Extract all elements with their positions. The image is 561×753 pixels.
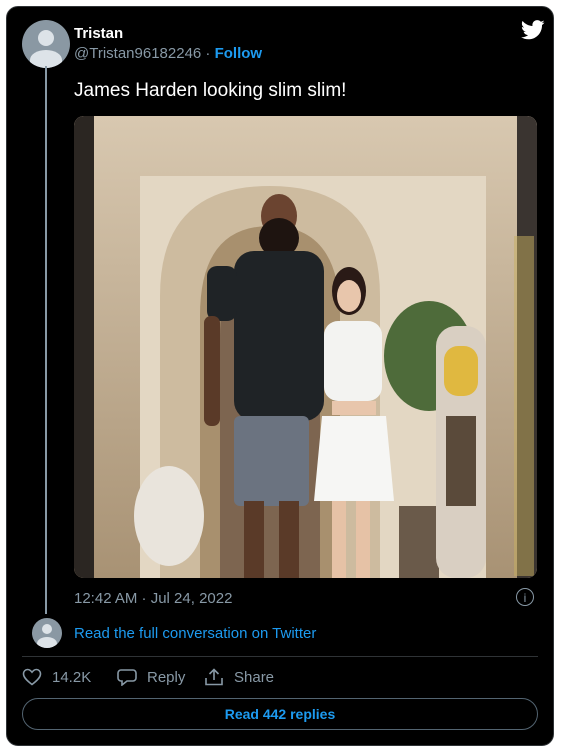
reply-icon [117,669,137,686]
photo-illustration [74,116,537,578]
divider [22,656,538,657]
share-action[interactable]: Share [204,668,274,686]
reply-action[interactable]: Reply [117,668,185,686]
info-icon[interactable]: i [516,588,534,606]
likes-count: 14.2K [52,668,92,686]
like-action[interactable]: 14.2K [22,668,91,686]
read-replies-button[interactable]: Read 442 replies [22,698,538,730]
handle-separator: · [201,45,215,62]
reply-label: Reply [147,668,186,686]
read-full-conversation-link[interactable]: Read the full conversation on Twitter [74,625,316,642]
author-handle[interactable]: @Tristan96182246 [74,45,201,62]
tweet-photo[interactable] [74,116,537,578]
share-label: Share [234,668,275,686]
tweet-timestamp[interactable]: 12:42 AM · Jul 24, 2022 [74,590,232,607]
conversation-avatar [32,618,62,648]
author-name[interactable]: Tristan [74,25,123,42]
heart-icon [22,668,42,686]
author-handle-line: @Tristan96182246 · Follow [74,45,262,62]
tweet-text: James Harden looking slim slim! [74,80,347,101]
share-icon [205,668,223,686]
author-avatar[interactable] [22,20,70,68]
follow-button[interactable]: Follow [215,45,263,62]
thread-line [45,66,47,614]
twitter-bird-icon[interactable] [521,20,545,40]
